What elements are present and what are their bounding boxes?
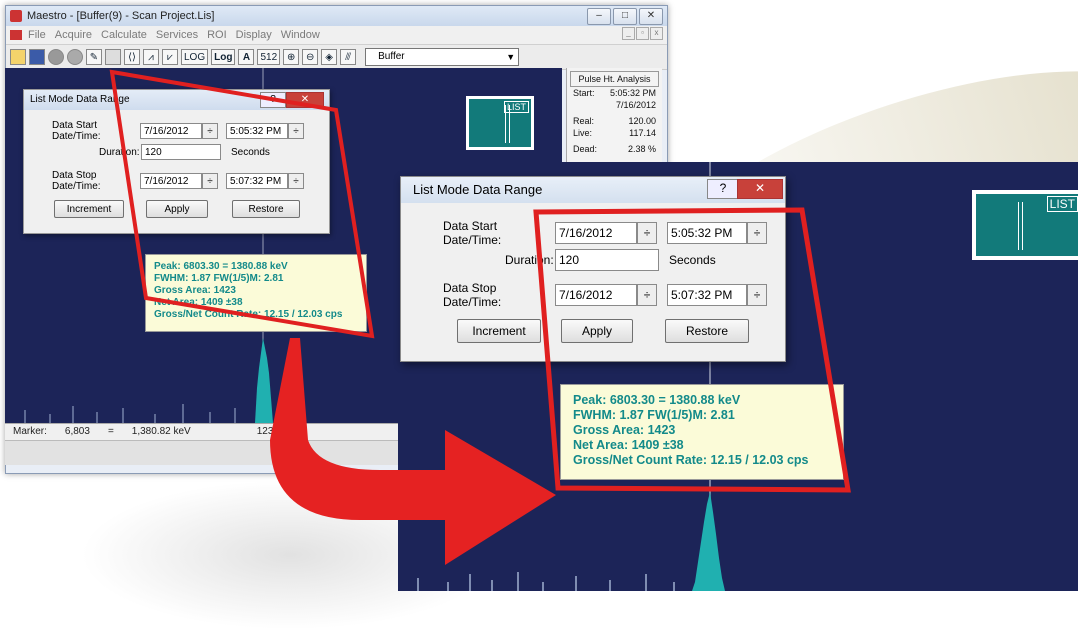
- callout-overlay: [109, 69, 851, 565]
- callout-arrow: [270, 338, 556, 565]
- highlight-box-large: [533, 207, 851, 493]
- highlight-box-small: [109, 69, 375, 339]
